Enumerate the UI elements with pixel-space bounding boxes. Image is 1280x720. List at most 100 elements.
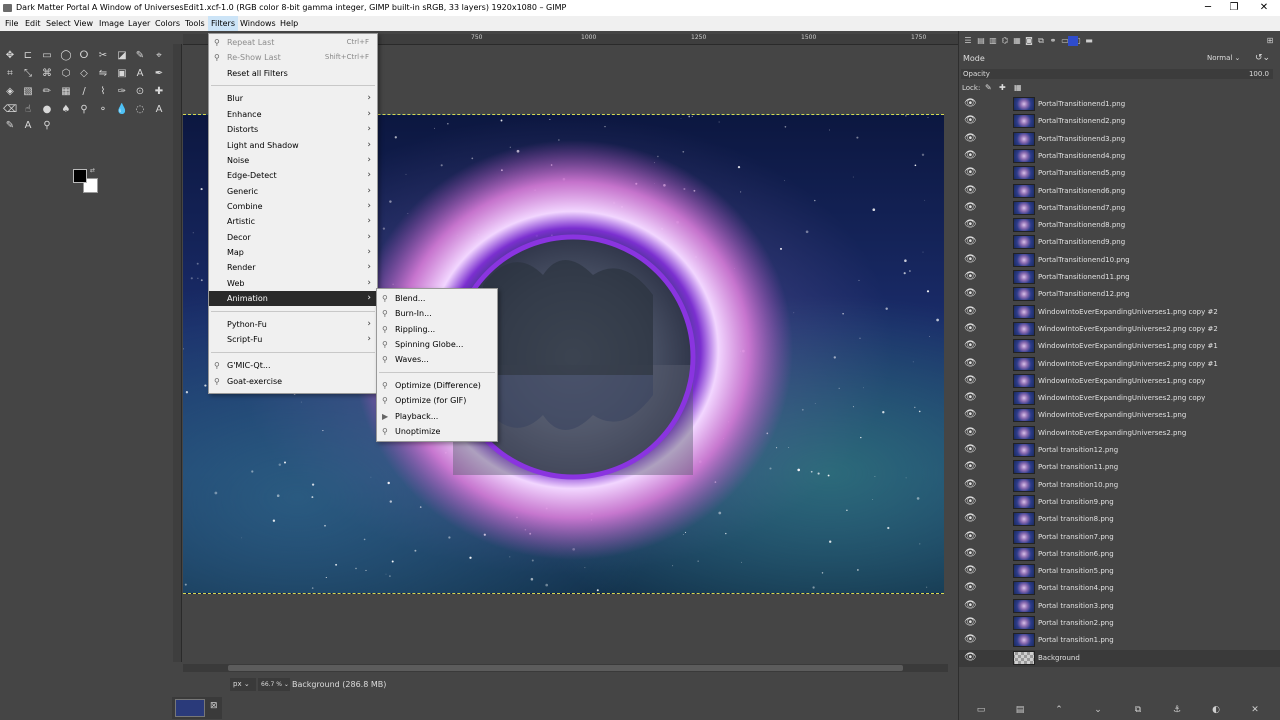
- visibility-eye-icon[interactable]: 👁: [964, 427, 978, 438]
- layer-thumbnail[interactable]: [1013, 97, 1035, 111]
- clone-tool-icon[interactable]: ⊙: [133, 85, 147, 99]
- ink-tool-icon[interactable]: ✑: [115, 85, 129, 99]
- layer-row[interactable]: 👁 PortalTransitionend6.png: [959, 183, 1280, 200]
- visibility-eye-icon[interactable]: 👁: [964, 375, 978, 386]
- layer-row[interactable]: 👁 Portal transition2.png: [959, 615, 1280, 632]
- layer-thumbnail[interactable]: [1013, 270, 1035, 284]
- visibility-eye-icon[interactable]: 👁: [964, 150, 978, 161]
- menu-item-optimize-difference[interactable]: ⚲ Optimize (Difference): [377, 378, 497, 393]
- undo-history-tab-icon[interactable]: ⌬: [1000, 36, 1010, 46]
- horizontal-scrollbar[interactable]: [183, 664, 948, 672]
- visibility-eye-icon[interactable]: 👁: [964, 358, 978, 369]
- layer-thumbnail[interactable]: [1013, 131, 1035, 146]
- minimize-button[interactable]: ─: [1194, 0, 1222, 16]
- visibility-eye-icon[interactable]: 👁: [964, 116, 978, 126]
- visibility-eye-icon[interactable]: 👁: [964, 220, 978, 230]
- layer-row[interactable]: 👁 Portal transition6.png: [959, 546, 1280, 563]
- dock-menu-icon[interactable]: ☰: [963, 36, 973, 46]
- layer-name[interactable]: WindowIntoEverExpandingUniverses2.png: [1038, 425, 1186, 442]
- layer-name[interactable]: PortalTransitionend6.png: [1038, 183, 1125, 200]
- layer-thumbnail[interactable]: [1013, 166, 1035, 181]
- paths-tab-icon[interactable]: ⚭: [1048, 36, 1058, 46]
- menu-filters[interactable]: Filters: [208, 16, 238, 31]
- layer-thumbnail[interactable]: [1013, 391, 1035, 406]
- mypaint-brush-icon[interactable]: ▦: [59, 85, 73, 99]
- eraser-icon[interactable]: ⌫: [3, 103, 17, 117]
- layer-thumbnail[interactable]: [1013, 512, 1035, 527]
- menu-tools[interactable]: Tools: [182, 16, 208, 31]
- layer-row[interactable]: 👁 PortalTransitionend10.png: [959, 252, 1280, 269]
- layer-name[interactable]: Portal transition3.png: [1038, 598, 1114, 615]
- visibility-eye-icon[interactable]: 👁: [964, 202, 978, 213]
- foreground-select-icon[interactable]: ◪: [115, 49, 129, 63]
- layer-name[interactable]: WindowIntoEverExpandingUniverses2.png co…: [1038, 390, 1205, 407]
- menu-item-optimize-gif[interactable]: ⚲ Optimize (for GIF): [377, 393, 497, 408]
- transform-tool-icon[interactable]: ⤡: [21, 67, 35, 81]
- layer-name[interactable]: Portal transition11.png: [1038, 459, 1118, 476]
- menu-item-artistic[interactable]: Artistic ›: [209, 214, 377, 229]
- visibility-eye-icon[interactable]: 👁: [964, 99, 978, 109]
- menu-item-noise[interactable]: Noise ›: [209, 153, 377, 168]
- visibility-eye-icon[interactable]: 👁: [964, 168, 978, 178]
- visibility-eye-icon[interactable]: 👁: [964, 341, 978, 351]
- menu-item-playback[interactable]: ▶ Playback...: [377, 409, 497, 424]
- layer-row[interactable]: 👁 PortalTransitionend8.png: [959, 217, 1280, 234]
- image-tab[interactable]: ⊠: [172, 697, 222, 719]
- airbrush-icon[interactable]: ⌇: [96, 85, 110, 99]
- delete-layer-icon[interactable]: ✕: [1249, 704, 1261, 716]
- flip-tool-icon[interactable]: ⇋: [96, 67, 110, 81]
- paintbrush-icon[interactable]: /: [77, 85, 91, 99]
- layer-name[interactable]: PortalTransitionend8.png: [1038, 217, 1125, 234]
- menu-edit[interactable]: Edit: [22, 16, 44, 31]
- layer-name[interactable]: WindowIntoEverExpandingUniverses2.png co…: [1038, 321, 1218, 338]
- layer-name[interactable]: WindowIntoEverExpandingUniverses2.png co…: [1038, 356, 1218, 373]
- menu-help[interactable]: Help: [277, 16, 301, 31]
- layer-thumbnail[interactable]: [1013, 339, 1035, 354]
- fuzzy-select-icon[interactable]: ⌖: [152, 49, 166, 63]
- menu-item-combine[interactable]: Combine ›: [209, 199, 377, 214]
- layer-thumbnail[interactable]: [1013, 494, 1035, 509]
- layer-row[interactable]: 👁 WindowIntoEverExpandingUniverses2.png c…: [959, 321, 1280, 338]
- align-tool-icon[interactable]: ⊏: [21, 49, 35, 63]
- menu-item-render[interactable]: Render ›: [209, 260, 377, 275]
- layer-thumbnail[interactable]: [1013, 564, 1035, 579]
- lock-pixels-icon[interactable]: ✎: [985, 83, 992, 92]
- layer-row[interactable]: 👁 Background: [959, 649, 1280, 667]
- crop-tool-icon[interactable]: ⌗: [3, 67, 17, 81]
- layer-thumbnail[interactable]: [1013, 114, 1035, 129]
- layer-name[interactable]: Portal transition8.png: [1038, 511, 1114, 528]
- layer-row[interactable]: 👁 Portal transition3.png: [959, 598, 1280, 615]
- layer-thumbnail[interactable]: [1013, 443, 1035, 457]
- visibility-eye-icon[interactable]: 👁: [964, 237, 978, 247]
- brush-small-icon[interactable]: ✎: [3, 119, 17, 133]
- layer-thumbnail[interactable]: [1013, 460, 1035, 475]
- menu-item-burn-in[interactable]: ⚲ Burn-In...: [377, 306, 497, 321]
- layer-name[interactable]: Portal transition4.png: [1038, 580, 1114, 597]
- device-status-tab-icon[interactable]: ▥: [988, 36, 998, 46]
- ellipse-select-icon[interactable]: ◯: [59, 49, 73, 63]
- images-tab-icon[interactable]: ▦: [1012, 36, 1022, 46]
- dodge-burn-icon[interactable]: ♠: [59, 103, 73, 117]
- layer-thumbnail[interactable]: [1013, 200, 1035, 215]
- layer-row[interactable]: 👁 WindowIntoEverExpandingUniverses2.png c…: [959, 356, 1280, 373]
- lasso-icon[interactable]: ◌: [133, 103, 147, 117]
- layer-name[interactable]: PortalTransitionend1.png: [1038, 96, 1125, 113]
- duplicate-layer-icon[interactable]: ⧉: [1132, 704, 1144, 716]
- visibility-eye-icon[interactable]: 👁: [964, 566, 978, 576]
- visibility-eye-icon[interactable]: 👁: [964, 635, 978, 645]
- layer-row[interactable]: 👁 WindowIntoEverExpandingUniverses2.png c…: [959, 390, 1280, 407]
- layer-row[interactable]: 👁 WindowIntoEverExpandingUniverses1.png c…: [959, 304, 1280, 321]
- menu-item-distorts[interactable]: Distorts ›: [209, 122, 377, 137]
- layer-name[interactable]: PortalTransitionend5.png: [1038, 165, 1125, 182]
- visibility-eye-icon[interactable]: 👁: [964, 133, 978, 144]
- zoom-tool-icon[interactable]: ⚲: [40, 119, 54, 133]
- layer-row[interactable]: 👁 WindowIntoEverExpandingUniverses1.png c…: [959, 373, 1280, 390]
- layer-name[interactable]: Portal transition1.png: [1038, 632, 1114, 649]
- menu-item-generic[interactable]: Generic ›: [209, 184, 377, 199]
- lock-position-icon[interactable]: ✚: [999, 83, 1006, 92]
- layer-thumbnail[interactable]: [1013, 218, 1035, 233]
- mask-layer-icon[interactable]: ◐: [1210, 704, 1222, 716]
- zoom-select[interactable]: 66.7 % ⌄: [258, 678, 290, 691]
- tool-options-tab-icon[interactable]: ▤: [976, 36, 986, 46]
- menu-item-waves[interactable]: ⚲ Waves...: [377, 352, 497, 367]
